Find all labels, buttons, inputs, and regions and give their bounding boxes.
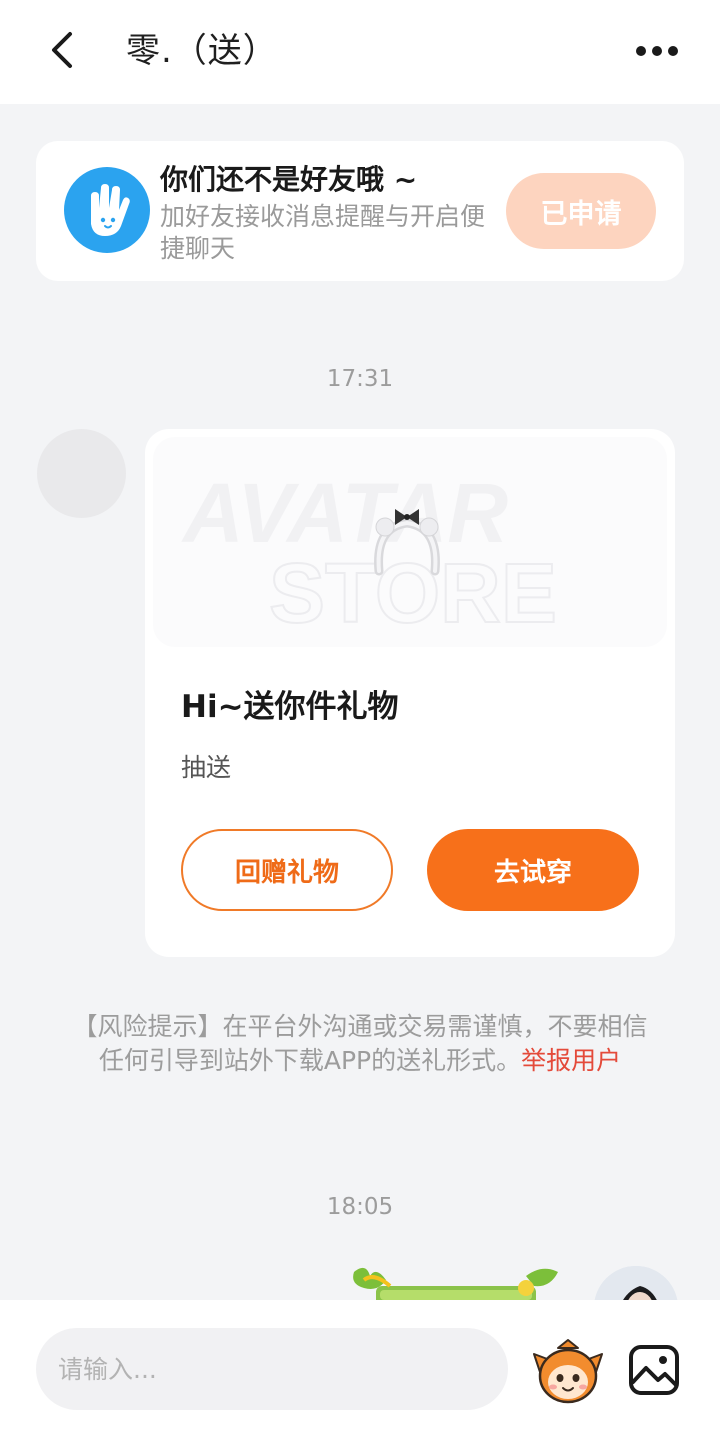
chevron-left-icon	[52, 32, 72, 68]
more-dots-icon	[636, 46, 678, 56]
report-user-link[interactable]: 举报用户	[521, 1046, 621, 1075]
sticker-face-icon	[533, 1339, 603, 1404]
chat-title: 零.（送）	[126, 31, 278, 71]
back-button[interactable]	[40, 28, 84, 72]
message-timestamp: 18:05	[326, 1194, 394, 1220]
applied-button[interactable]: 已申请	[506, 173, 656, 249]
headband-icon	[374, 509, 440, 576]
friend-notice-title: 你们还不是好友哦 ~	[160, 163, 418, 196]
input-bar	[0, 1300, 720, 1429]
friend-notice-avatar	[64, 167, 150, 253]
sticker-message[interactable]	[350, 1262, 562, 1302]
gift-title: Hi~送你件礼物	[181, 689, 399, 725]
try-on-button[interactable]: 去试穿	[427, 829, 639, 911]
message-input[interactable]	[36, 1328, 508, 1410]
friend-request-card: 你们还不是好友哦 ~ 加好友接收消息提醒与开启便捷聊天 已申请	[36, 141, 684, 281]
friend-notice-description: 加好友接收消息提醒与开启便捷聊天	[160, 202, 486, 263]
image-icon	[629, 1345, 679, 1395]
sticker-button[interactable]	[532, 1338, 604, 1406]
gift-subtitle: 抽送	[181, 753, 232, 782]
risk-notice: 【风险提示】在平台外沟通或交易需谨慎，不要相信任何引导到站外下载APP的送礼形式…	[70, 1010, 650, 1078]
message-timestamp: 17:31	[326, 366, 394, 392]
return-gift-button[interactable]: 回赠礼物	[181, 829, 393, 911]
gift-message-card[interactable]: AVATAR STORE Hi~送你件礼物 抽送 回赠礼物 去试穿	[145, 429, 675, 957]
image-button[interactable]	[628, 1344, 680, 1396]
hand-wave-icon	[91, 184, 130, 236]
sticker-banner-icon	[353, 1267, 558, 1302]
gift-banner: AVATAR STORE	[153, 437, 667, 647]
sender-avatar[interactable]	[37, 429, 126, 518]
chat-header: 零.（送）	[0, 0, 720, 104]
more-button[interactable]	[634, 34, 680, 68]
